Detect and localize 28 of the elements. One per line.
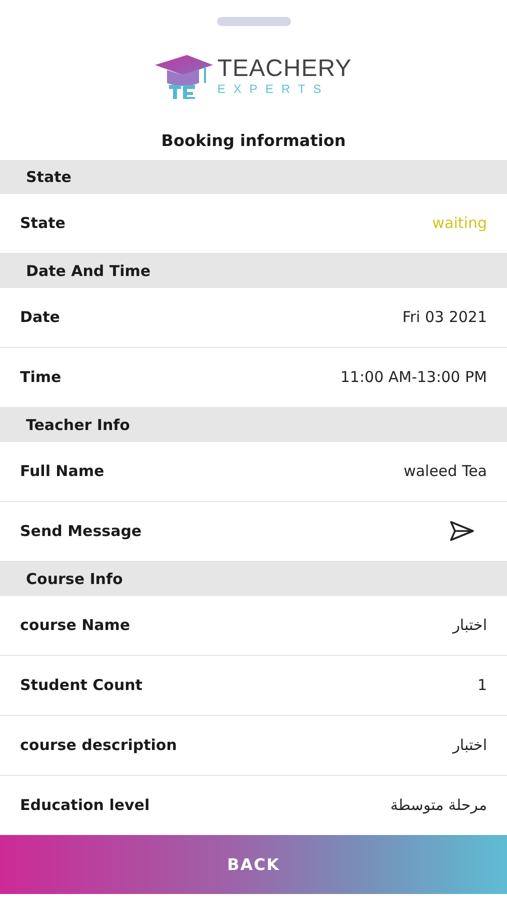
field-label: Date <box>20 308 60 326</box>
send-icon[interactable] <box>449 520 475 542</box>
field-label: course Name <box>20 616 130 634</box>
field-label: Full Name <box>20 462 104 480</box>
field-value: 11:00 AM-13:00 PM <box>340 368 487 386</box>
back-button[interactable]: BACK <box>0 834 507 894</box>
field-value: مرحلة متوسطة <box>390 796 487 814</box>
field-label: Send Message <box>20 522 142 540</box>
field-value: اختبار <box>452 736 487 754</box>
drag-handle[interactable] <box>216 17 290 26</box>
field-value: 1 <box>477 676 487 694</box>
section-header: Date And Time <box>0 254 507 288</box>
field-value: اختبار <box>452 616 487 634</box>
field-label: Education level <box>20 796 150 814</box>
logo-tagline: EXPERTS <box>217 82 330 96</box>
page-title: Booking information <box>160 130 347 152</box>
section-header: Course Info <box>0 562 507 596</box>
field-label: Student Count <box>20 676 142 694</box>
graduation-cap-icon <box>155 52 214 99</box>
field-value: waleed Tea <box>404 462 487 480</box>
field-label: course description <box>20 736 177 754</box>
field-label: State <box>20 214 66 232</box>
section-header: Teacher Info <box>0 408 507 442</box>
field-value: Fri 03 2021 <box>402 308 487 326</box>
section-header: State <box>0 160 507 194</box>
field-label: Time <box>20 368 62 386</box>
logo-name: TEACHERY <box>217 56 352 82</box>
field-value: waiting <box>432 214 487 232</box>
